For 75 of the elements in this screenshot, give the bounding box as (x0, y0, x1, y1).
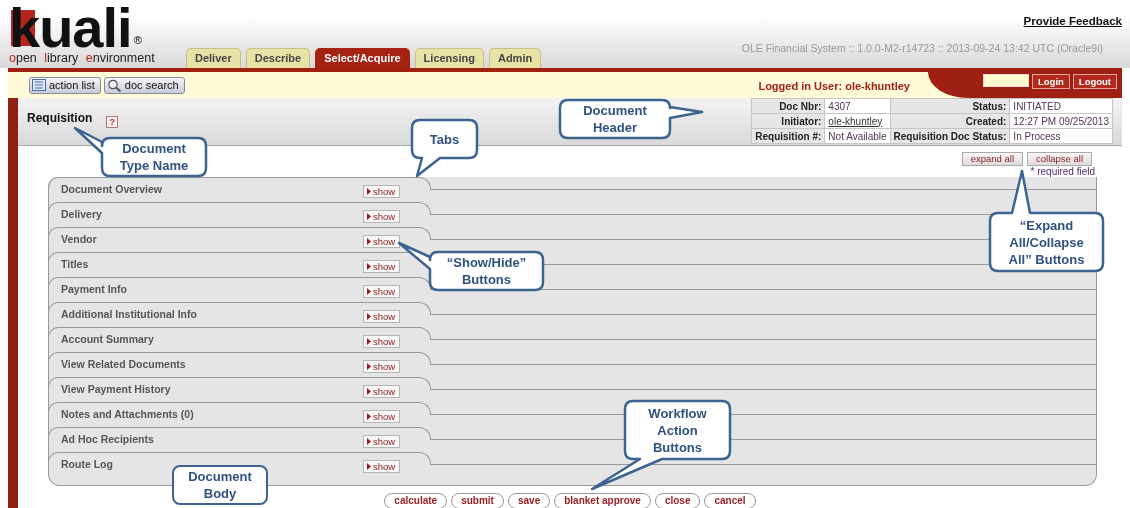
show-button[interactable]: show (363, 335, 401, 348)
callout-label: “Expand All/Collapse All” Buttons (1007, 216, 1086, 268)
section-title: Notes and Attachments (0) (61, 408, 195, 420)
help-icon[interactable]: ? (106, 116, 119, 128)
caret-icon (367, 363, 371, 370)
show-button[interactable]: show (363, 210, 401, 223)
search-icon (106, 78, 122, 92)
nav-tab[interactable]: Describe (245, 48, 311, 68)
show-button[interactable]: show (363, 435, 401, 448)
nav-tab[interactable]: Licensing (414, 48, 484, 68)
caret-icon (367, 213, 371, 220)
callout-label: Workflow Action Buttons (647, 404, 708, 456)
callout-label: Tabs (429, 130, 460, 148)
version-text: OLE Financial System :: 1.0.0-M2-r14723 :: 2013-09-24 13:42 UTC (Oracle9i) (741, 42, 1104, 54)
show-button[interactable]: show (363, 285, 401, 298)
header-value: INITIATED (1009, 98, 1113, 114)
show-button[interactable]: show (363, 360, 401, 373)
nav-tab[interactable]: Select/Acquire (315, 48, 410, 68)
login-button[interactable]: Login (1032, 74, 1070, 89)
show-button[interactable]: show (363, 410, 401, 423)
caret-icon (367, 188, 371, 195)
nav-tab[interactable]: Deliver (186, 48, 241, 68)
expand-collapse-button[interactable]: expand all (961, 152, 1023, 166)
action-button[interactable]: calculate (384, 493, 448, 508)
show-button[interactable]: show (363, 235, 401, 248)
section-title: View Related Documents (61, 358, 187, 370)
show-button[interactable]: show (363, 460, 401, 473)
show-button[interactable]: show (363, 385, 401, 398)
caret-icon (367, 313, 371, 320)
registered-mark: ® (133, 34, 142, 46)
action-button[interactable]: close (654, 493, 701, 508)
header-label: Status: (890, 98, 1010, 114)
section-title: View Payment History (61, 383, 172, 395)
list-icon (32, 79, 46, 91)
section-title: Document Overview (61, 183, 163, 195)
login-field[interactable] (983, 74, 1029, 87)
header-value: 4307 (824, 98, 891, 114)
callout-label: Document Header (582, 102, 648, 136)
caret-icon (367, 463, 371, 470)
show-button[interactable]: show (363, 310, 401, 323)
section-title: Ad Hoc Recipients (61, 433, 155, 445)
caret-icon (367, 413, 371, 420)
caret-icon (367, 238, 371, 245)
callout-label: “Show/Hide” Buttons (445, 254, 528, 288)
login-button[interactable]: Logout (1072, 74, 1118, 89)
action-button[interactable]: submit (451, 493, 504, 508)
nav-tab[interactable]: Admin (488, 48, 542, 68)
show-button[interactable]: show (363, 260, 401, 273)
action-button[interactable]: save (507, 493, 551, 508)
show-button[interactable]: show (363, 185, 401, 198)
section-title: Vendor (61, 233, 98, 245)
callout-label: Document Body (172, 465, 268, 505)
section-title: Delivery (61, 208, 103, 220)
caret-icon (367, 438, 371, 445)
caret-icon (367, 288, 371, 295)
caret-icon (367, 388, 371, 395)
caret-icon (367, 338, 371, 345)
section-title: Account Summary (61, 333, 155, 345)
document-title: Requisition (27, 111, 93, 125)
section-title: Payment Info (61, 283, 128, 295)
search-button[interactable]: doc search (103, 76, 185, 94)
required-note: * required field (1030, 166, 1095, 177)
feedback-link[interactable]: Provide Feedback (1023, 15, 1122, 27)
section-title: Additional Institutional Info (61, 308, 198, 320)
action-button[interactable]: cancel (704, 493, 756, 508)
action-button[interactable]: blanket approve (554, 493, 651, 508)
logged-in-user: Logged in User: ole-khuntley (758, 80, 910, 92)
list-button[interactable]: action list (29, 76, 101, 94)
callout-bubble (410, 118, 479, 178)
caret-icon (367, 263, 371, 270)
expand-collapse-button[interactable]: collapse all (1027, 152, 1092, 166)
section-title: Titles (61, 258, 90, 270)
header-label: Doc Nbr: (751, 98, 825, 114)
section-title: Route Log (61, 458, 114, 470)
callout-label: Document Type Name (118, 140, 190, 174)
